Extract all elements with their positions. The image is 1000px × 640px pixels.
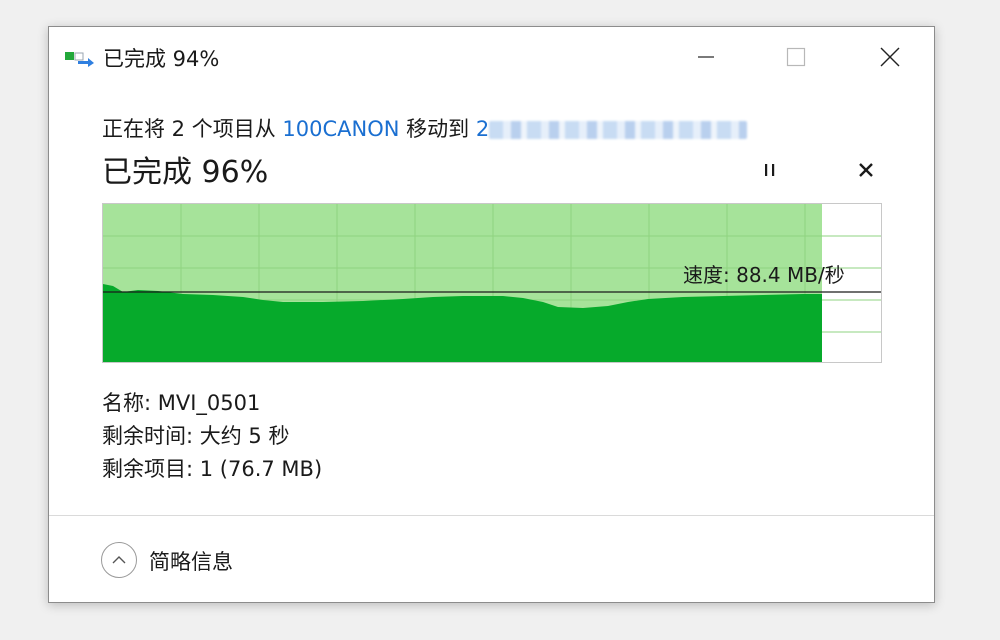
status-middle: 移动到 (399, 117, 476, 141)
cancel-icon (859, 163, 873, 177)
chevron-up-icon (112, 556, 126, 564)
destination-path-redacted (489, 121, 748, 139)
window-title: 已完成 94% (103, 47, 220, 71)
destination-folder-link[interactable]: 2 (476, 117, 489, 141)
operation-status: 正在将 2 个项目从 100CANON 移动到 2 (102, 113, 748, 143)
close-icon (880, 47, 900, 67)
minimize-button[interactable] (683, 35, 729, 79)
file-move-icon (65, 49, 95, 67)
source-folder-link[interactable]: 100CANON (282, 117, 399, 141)
fewer-details-label[interactable]: 简略信息 (149, 546, 233, 576)
speed-label: 速度: 88.4 MB/秒 (683, 263, 845, 287)
status-prefix: 正在将 2 个项目从 (102, 117, 283, 141)
close-button[interactable] (867, 35, 913, 79)
maximize-button[interactable] (773, 35, 819, 79)
pause-button[interactable] (755, 155, 785, 185)
minimize-icon (698, 56, 714, 58)
transfer-details: 名称: MVI_0501 剩余时间: 大约 5 秒 剩余项目: 1 (76.7 … (102, 387, 322, 486)
title-bar: 已完成 94% (49, 27, 934, 85)
time-remaining: 剩余时间: 大约 5 秒 (102, 424, 290, 448)
file-name: 名称: MVI_0501 (102, 391, 261, 415)
cancel-button[interactable] (851, 155, 881, 185)
maximize-icon (786, 47, 806, 67)
dialog-footer: 简略信息 (49, 515, 934, 602)
items-remaining: 剩余项目: 1 (76.7 MB) (102, 457, 323, 481)
pause-icon (765, 164, 775, 176)
fewer-details-button[interactable] (101, 542, 137, 578)
progress-label: 已完成 96% (102, 155, 269, 190)
desktop: 已完成 94% 正在将 2 个项目从 100CANON 移动到 2 已完成 96… (0, 0, 1000, 640)
file-operation-dialog: 已完成 94% 正在将 2 个项目从 100CANON 移动到 2 已完成 96… (48, 26, 935, 603)
